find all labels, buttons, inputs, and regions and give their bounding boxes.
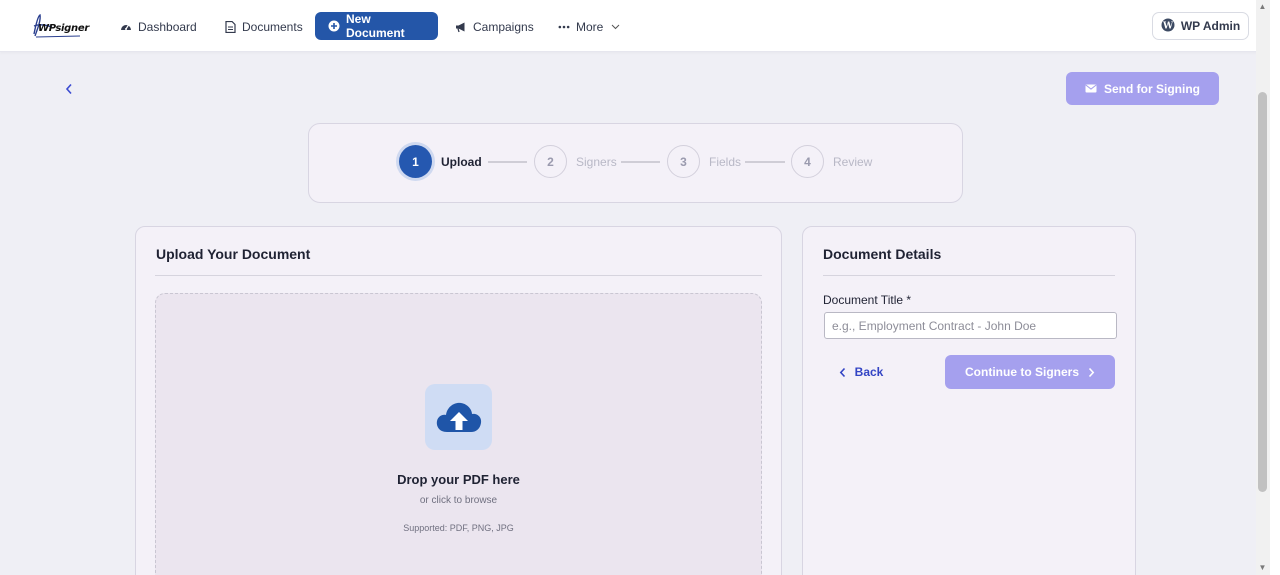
chevron-down-icon <box>609 21 621 33</box>
step-label: Review <box>833 154 873 169</box>
logo-text: WPsigner <box>38 23 89 34</box>
supported-formats: Supported: PDF, PNG, JPG <box>403 523 514 533</box>
divider <box>155 275 762 276</box>
step-label: Upload <box>441 154 482 169</box>
nav-campaigns-label: Campaigns <box>473 19 534 34</box>
back-button[interactable]: Back <box>829 357 893 387</box>
window-edge <box>1270 0 1280 575</box>
document-title-label: Document Title * <box>823 293 912 307</box>
wp-admin-button[interactable]: W WP Admin <box>1152 12 1249 40</box>
nav-more-label: More <box>576 19 604 34</box>
document-details-card <box>802 226 1136 575</box>
step-connector <box>488 161 527 163</box>
envelope-icon <box>1085 82 1097 96</box>
wp-admin-label: WP Admin <box>1180 19 1241 33</box>
upload-title: Upload Your Document <box>156 246 311 262</box>
step-signers[interactable]: 2 Signers <box>534 145 617 178</box>
top-navigation: WPsigner Dashboard Documents New Documen… <box>0 0 1270 52</box>
new-document-label: New Document <box>346 12 405 40</box>
nav-campaigns[interactable]: Campaigns <box>447 13 542 40</box>
continue-to-signers-button[interactable]: Continue to Signers <box>945 355 1115 389</box>
scroll-up-arrow[interactable]: ▲ <box>1258 2 1267 12</box>
details-title: Document Details <box>823 246 942 262</box>
step-number: 3 <box>667 145 700 178</box>
step-number: 2 <box>534 145 567 178</box>
step-connector <box>621 161 660 163</box>
cloud-upload-icon <box>436 402 481 432</box>
megaphone-icon <box>455 21 467 33</box>
scrollbar-thumb[interactable] <box>1258 92 1267 492</box>
document-title-input[interactable] <box>824 312 1117 339</box>
upload-icon-box <box>425 384 492 450</box>
step-label: Fields <box>709 154 742 169</box>
step-review[interactable]: 4 Review <box>791 145 872 178</box>
gauge-icon <box>120 21 132 33</box>
step-upload[interactable]: 1 Upload <box>399 145 482 178</box>
dots-icon <box>558 21 570 33</box>
step-fields[interactable]: 3 Fields <box>667 145 741 178</box>
new-document-button[interactable]: New Document <box>315 12 438 40</box>
step-number: 1 <box>399 145 432 178</box>
step-connector <box>745 161 785 163</box>
document-icon <box>224 20 236 33</box>
wordpress-icon: W <box>1161 18 1175 35</box>
chevron-right-icon <box>1088 367 1095 377</box>
drop-title: Drop your PDF here <box>397 472 520 487</box>
scroll-down-arrow[interactable]: ▼ <box>1258 563 1267 573</box>
step-label: Signers <box>576 154 617 169</box>
nav-more[interactable]: More <box>550 13 629 40</box>
svg-text:W: W <box>1162 21 1174 31</box>
chevron-left-icon <box>839 367 845 377</box>
nav-dashboard[interactable]: Dashboard <box>112 13 205 40</box>
nav-dashboard-label: Dashboard <box>138 19 197 34</box>
back-arrow-button[interactable] <box>60 80 78 98</box>
plus-circle-icon <box>328 20 340 32</box>
continue-label: Continue to Signers <box>965 365 1079 379</box>
send-for-signing-button[interactable]: Send for Signing <box>1066 72 1219 105</box>
chevron-left-icon <box>65 83 72 95</box>
divider <box>823 275 1115 276</box>
nav-documents-label: Documents <box>242 19 303 34</box>
drop-subtitle: or click to browse <box>419 495 498 506</box>
step-number: 4 <box>791 145 824 178</box>
send-for-signing-label: Send for Signing <box>1104 81 1200 96</box>
nav-documents[interactable]: Documents <box>216 13 311 40</box>
back-label: Back <box>854 365 884 379</box>
